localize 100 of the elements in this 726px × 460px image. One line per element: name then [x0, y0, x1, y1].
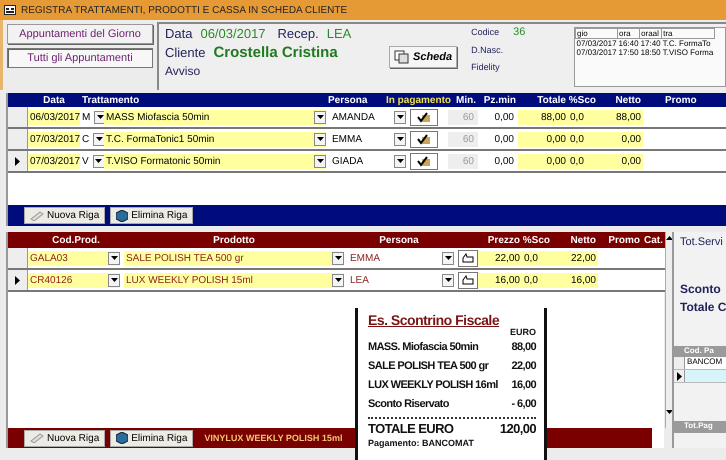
appointment-cell: 16:40 [618, 39, 639, 48]
dropdown-button[interactable] [314, 110, 326, 124]
new-row-button[interactable]: Nuova Riga [24, 430, 106, 446]
dropdown-button[interactable] [394, 154, 406, 168]
type-cell-text: M [81, 112, 92, 122]
pencil-icon [30, 210, 44, 220]
hand-icon [462, 275, 474, 285]
price-per-minute-cell-text: 0,00 [494, 132, 515, 146]
client-card-button[interactable]: Scheda [389, 46, 458, 68]
caret-icon [110, 278, 118, 282]
hand-button[interactable] [458, 272, 478, 288]
table-row[interactable]: 07/03/2017 V T.VISO Formatonic 50min GIADA 60 0,00 0,00 0,0 0,00 [8, 151, 726, 173]
minutes-cell: 60 [448, 110, 478, 124]
payment-checkbox[interactable] [410, 130, 438, 148]
column-header: tra [663, 29, 672, 38]
discount-cell: 0,0 [522, 250, 552, 266]
table-row[interactable]: CR40126 LUX WEEKLY POLISH 15ml LEA 16,00 0,0 16,00 [8, 270, 665, 292]
column-header: Min. [455, 94, 477, 106]
code-label: Codice [471, 27, 500, 37]
column-header: In pagamento [385, 94, 452, 106]
dropdown-button[interactable] [442, 274, 454, 286]
column-header: Promo [664, 94, 698, 106]
appointment-cell: T.VISO Forma [662, 48, 714, 57]
column-header: %Sco [522, 234, 551, 246]
appointment-cell: 17:40 [640, 39, 661, 48]
dropdown-button[interactable] [93, 132, 106, 146]
dropdown-button[interactable] [394, 132, 406, 146]
delete-row-button[interactable]: Elimina Riga [110, 430, 194, 446]
receipt-item: MASS. Miofascia 50min [368, 340, 478, 352]
fidelity-label: Fidelity [471, 62, 501, 72]
row-pointer-icon [676, 372, 682, 380]
dropdown-button[interactable] [92, 154, 105, 168]
payment-cell[interactable] [685, 370, 726, 382]
check-icon [417, 134, 431, 144]
person-field[interactable]: GIADA [330, 156, 366, 166]
person-field[interactable]: EMMA [348, 252, 382, 264]
table-row[interactable]: 07/03/2017 C T.C. FormaTonic1 50min EMMA 60 0,00 0,00 0,0 0,00 [8, 129, 726, 151]
dropdown-button[interactable] [394, 110, 406, 124]
appointment-cell: 17:50 [618, 48, 639, 57]
caret-icon [444, 256, 452, 260]
scroll-down-icon[interactable] [666, 410, 673, 414]
date-cell[interactable]: 06/03/2017 [28, 110, 80, 124]
payment-cell[interactable]: BANCOM [685, 357, 726, 369]
appointment-cell: 07/03/2017 [576, 39, 617, 48]
date-cell[interactable]: 07/03/2017 [28, 132, 80, 146]
appointment-cell: 07/03/2017 [576, 48, 617, 57]
caret-icon [334, 256, 342, 260]
caret-icon [96, 137, 103, 141]
birth-date-label: D.Nasc. [471, 45, 504, 55]
window-icon [4, 5, 16, 15]
row-selector[interactable] [8, 270, 28, 290]
code-value: 36 [513, 26, 526, 38]
currency-label: EURO [510, 327, 536, 337]
payment-checkbox[interactable] [410, 108, 438, 126]
total-label: Totale C [679, 300, 726, 314]
dropdown-button[interactable] [442, 252, 454, 264]
product-description: VINYLUX WEEKLY POLISH 15ml [204, 433, 342, 443]
date-cell[interactable]: 07/03/2017 [28, 154, 80, 168]
dropdown-button[interactable] [332, 252, 344, 264]
row-selector[interactable] [8, 151, 28, 171]
column-header: Trattamento [81, 94, 140, 106]
scroll-up-icon[interactable] [666, 236, 673, 240]
appointments-button[interactable]: Appuntamenti del Giorno [7, 24, 153, 44]
person-field[interactable]: EMMA [330, 134, 364, 144]
person-field[interactable]: AMANDA [330, 112, 377, 122]
dropdown-button[interactable] [314, 154, 326, 168]
cube-icon [116, 210, 128, 222]
column-header: Data [42, 94, 66, 106]
services-total-label: Tot.Servi [679, 236, 724, 248]
row-selector[interactable] [674, 370, 685, 382]
new-row-button[interactable]: Nuova Riga [24, 207, 106, 224]
appointments-button[interactable]: Tutti gli Appuntamenti [7, 48, 153, 68]
receipt-amount: 16,00 [511, 378, 536, 390]
net-cell: 22,00 [552, 250, 598, 266]
total-cell: 0,00 [518, 154, 568, 168]
dropdown-button[interactable] [314, 132, 326, 146]
caret-icon [316, 137, 324, 141]
table-row[interactable]: 06/03/2017 M MASS Miofascia 50min AMANDA 60 0,00 88,00 0,0 88,00 [8, 107, 726, 129]
row-pointer-icon [15, 156, 20, 166]
table-row[interactable]: GALA03 SALE POLISH TEA 500 gr EMMA 22,00 0,0 22,00 [8, 248, 665, 270]
delete-row-button[interactable]: Elimina Riga [110, 207, 194, 224]
person-field[interactable]: LEA [348, 274, 371, 286]
caret-icon [316, 115, 324, 119]
hand-button[interactable] [458, 250, 478, 266]
payment-checkbox[interactable] [410, 152, 438, 170]
column-header: Cod.Prod. [51, 234, 101, 246]
net-cell: 0,00 [598, 154, 643, 168]
dropdown-button[interactable] [108, 252, 120, 264]
dropdown-button[interactable] [332, 274, 344, 286]
column-header: Persona [378, 234, 420, 246]
column-header: gio [577, 29, 588, 38]
discount-cell: 0,0 [568, 132, 598, 146]
receipt-total-label: TOTALE EURO [368, 421, 454, 436]
dropdown-button[interactable] [108, 274, 120, 286]
price-cell: 22,00 [478, 250, 522, 266]
type-cell-text: C [81, 134, 90, 144]
column-header: Cod. Pa [674, 346, 726, 357]
receipt-item: SALE POLISH TEA 500 gr [368, 360, 488, 372]
minutes-cell: 60 [448, 154, 478, 168]
appointment-cell: 18:50 [640, 48, 661, 57]
